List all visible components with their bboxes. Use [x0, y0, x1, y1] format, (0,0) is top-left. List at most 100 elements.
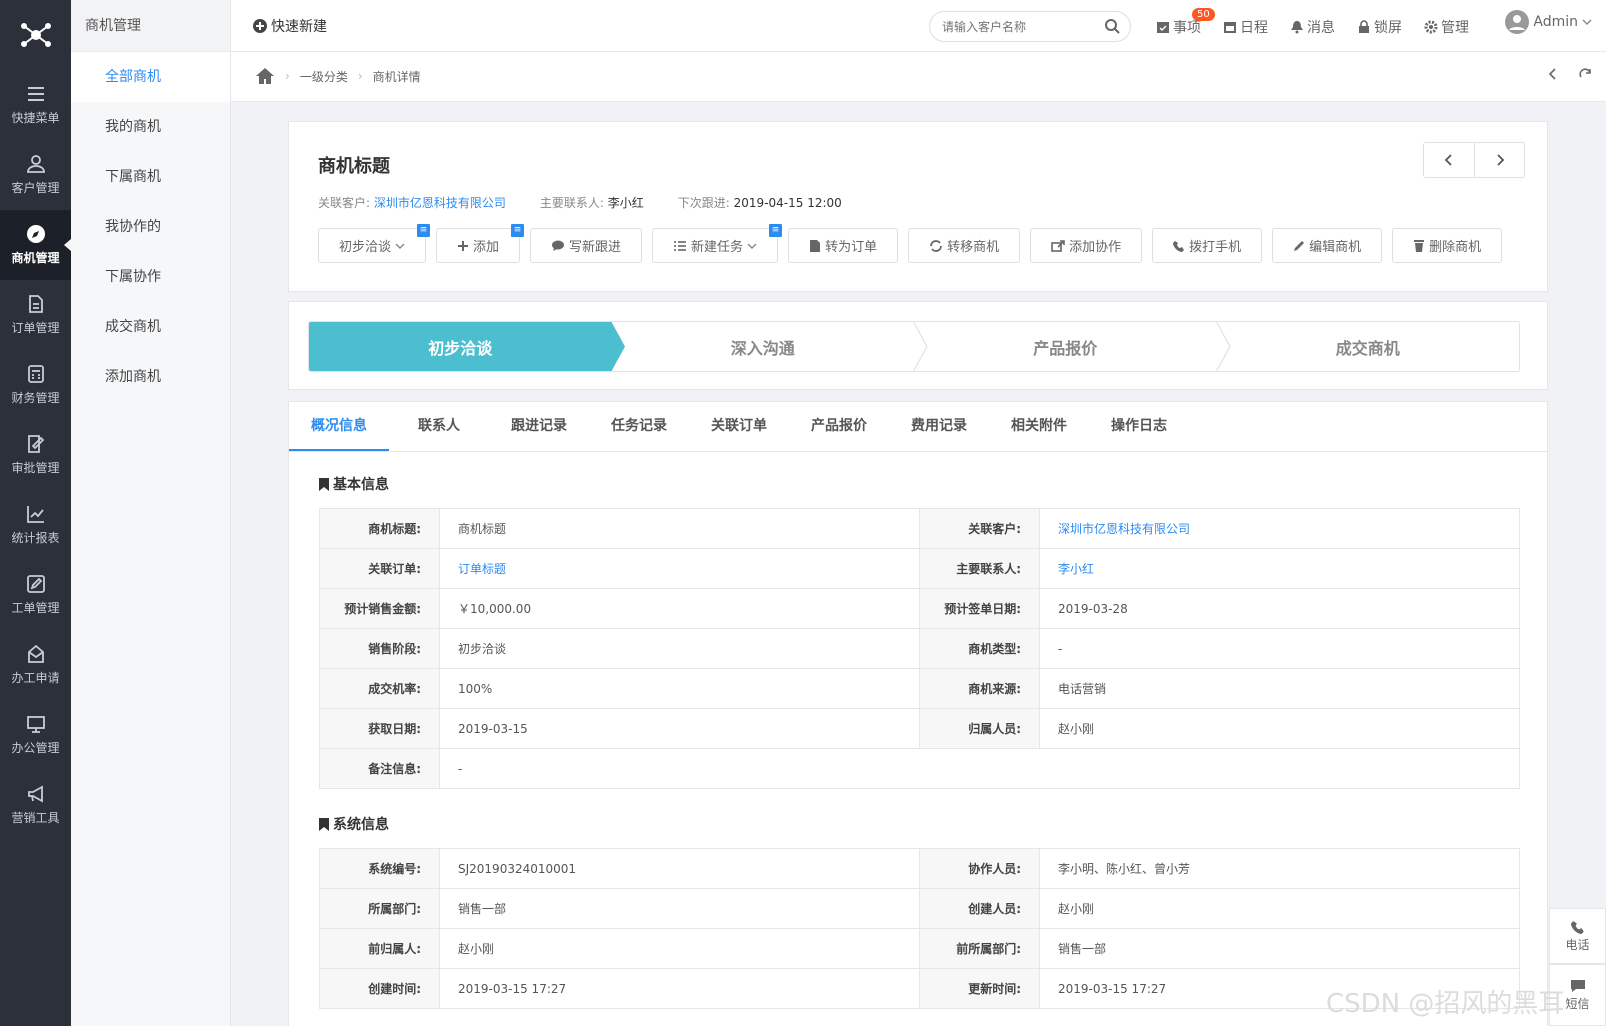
- rail-item-customers[interactable]: 客户管理: [0, 140, 71, 210]
- rail-item-tickets[interactable]: 工单管理: [0, 560, 71, 630]
- calendar-check-icon: [1157, 22, 1169, 33]
- add-button[interactable]: 添加 ≡: [436, 224, 525, 263]
- todo-button[interactable]: 事项 50: [1156, 8, 1215, 37]
- next-record-button[interactable]: [1474, 143, 1524, 177]
- contact-field-link[interactable]: 李小红: [1058, 562, 1094, 576]
- float-phone-button[interactable]: 电话: [1549, 908, 1606, 964]
- quick-new-button[interactable]: 快速新建: [253, 16, 327, 36]
- delete-opportunity-button[interactable]: 删除商机: [1392, 228, 1503, 263]
- schedule-label: 日程: [1240, 20, 1268, 36]
- tab-expenses[interactable]: 费用记录: [889, 402, 989, 451]
- list-marker-icon: ≡: [417, 224, 431, 237]
- rail-item-reports[interactable]: 统计报表: [0, 490, 71, 560]
- stage-step[interactable]: 深入沟通: [611, 322, 928, 371]
- tab-logs[interactable]: 操作日志: [1089, 402, 1189, 451]
- convert-order-button[interactable]: 转为订单: [788, 228, 899, 263]
- new-task-button[interactable]: 新建任务 ≡: [652, 224, 783, 263]
- home-icon[interactable]: [255, 67, 275, 85]
- refresh-icon[interactable]: [1578, 67, 1592, 81]
- subnav-link-all[interactable]: 全部商机: [71, 52, 230, 102]
- rail-label: 统计报表: [11, 531, 60, 545]
- field-label: 获取日期:: [319, 708, 440, 749]
- lock-screen-button[interactable]: 锁屏: [1357, 17, 1402, 37]
- comment-icon: [552, 240, 565, 251]
- next-followup-meta: 下次跟进: 2019-04-15 12:00: [678, 194, 842, 211]
- stage-step[interactable]: 产品报价: [914, 322, 1231, 371]
- table-row: 成交机率: 100% 商机来源: 电话营销: [319, 668, 1520, 709]
- search-icon[interactable]: [1105, 19, 1120, 34]
- rail-item-quick-menu[interactable]: 快捷菜单: [0, 70, 71, 140]
- tab-attachments[interactable]: 相关附件: [989, 402, 1089, 451]
- calendar-icon: [1224, 22, 1236, 33]
- prev-record-button[interactable]: [1424, 143, 1474, 177]
- rail-item-approval[interactable]: 审批管理: [0, 420, 71, 490]
- field-value: -: [1039, 628, 1520, 669]
- subnav-title: 商机管理: [71, 0, 230, 52]
- tab-tasks[interactable]: 任务记录: [589, 402, 689, 451]
- user-name: Admin: [1533, 14, 1578, 30]
- rail-label: 财务管理: [11, 391, 60, 405]
- tab-orders[interactable]: 关联订单: [689, 402, 789, 451]
- next-label: 下次跟进:: [677, 196, 730, 210]
- stage-select-button[interactable]: 初步洽谈 ≡: [318, 224, 431, 263]
- user-menu[interactable]: Admin: [1505, 10, 1592, 34]
- approval-icon: [27, 435, 44, 453]
- stage-label: 深入沟通: [730, 338, 795, 358]
- order-field-link[interactable]: 订单标题: [458, 562, 506, 576]
- stage-label: 成交商机: [1335, 338, 1400, 358]
- subnav-link-sub-collab[interactable]: 下属协作: [71, 252, 230, 302]
- rail-label: 工单管理: [11, 601, 60, 615]
- messages-button[interactable]: 消息: [1290, 17, 1335, 37]
- app-logo[interactable]: [0, 0, 71, 70]
- breadcrumb-level2: 商机详情: [372, 69, 421, 84]
- breadcrumb-level1[interactable]: 一级分类: [300, 68, 348, 85]
- field-label: 销售阶段:: [319, 628, 440, 669]
- tab-followups[interactable]: 跟进记录: [489, 402, 589, 451]
- tab-overview[interactable]: 概况信息: [289, 402, 389, 451]
- tab-contacts[interactable]: 联系人: [389, 402, 489, 451]
- customer-field-link[interactable]: 深圳市亿恩科技有限公司: [1058, 522, 1190, 536]
- field-value: 销售一部: [1039, 928, 1520, 969]
- subnav-link-add[interactable]: 添加商机: [71, 352, 230, 402]
- delete-opportunity-label: 删除商机: [1429, 240, 1482, 255]
- plus-icon: [458, 240, 469, 251]
- rail-item-marketing[interactable]: 营销工具: [0, 770, 71, 840]
- new-task-label: 新建任务: [691, 240, 744, 255]
- add-collab-button[interactable]: 添加协作: [1030, 228, 1143, 263]
- back-icon[interactable]: [1546, 67, 1560, 81]
- subnav-link-subordinate[interactable]: 下属商机: [71, 152, 230, 202]
- subnav-link-collab[interactable]: 我协作的: [71, 202, 230, 252]
- rail-item-finance[interactable]: 财务管理: [0, 350, 71, 420]
- edit-opportunity-button[interactable]: 编辑商机: [1272, 228, 1383, 263]
- file-icon: [810, 239, 821, 252]
- list-marker-icon: ≡: [511, 224, 525, 237]
- transfer-button[interactable]: 转移商机: [908, 228, 1021, 263]
- rail-item-orders[interactable]: 订单管理: [0, 280, 71, 350]
- customer-link[interactable]: 深圳市亿恩科技有限公司: [374, 196, 506, 210]
- compass-icon: [26, 225, 45, 243]
- system-info-title: 系统信息: [333, 817, 389, 833]
- subnav-link-mine[interactable]: 我的商机: [71, 102, 230, 152]
- calculator-icon: [27, 365, 44, 383]
- field-value: ￥10,000.00: [439, 588, 920, 629]
- call-mobile-button[interactable]: 拨打手机: [1152, 228, 1263, 263]
- rail-label: 商机管理: [11, 251, 60, 265]
- tab-quotes[interactable]: 产品报价: [789, 402, 889, 451]
- rail-item-opportunities[interactable]: 商机管理: [0, 210, 71, 280]
- network-logo-icon: [20, 23, 51, 47]
- stage-step[interactable]: 成交商机: [1216, 322, 1519, 371]
- schedule-button[interactable]: 日程: [1223, 17, 1268, 37]
- rail-item-office[interactable]: 办公管理: [0, 700, 71, 770]
- field-label: 更新时间:: [919, 968, 1040, 1009]
- chevron-down-icon: [1582, 19, 1592, 25]
- rail-item-office-apply[interactable]: 办工申请: [0, 630, 71, 700]
- write-followup-button[interactable]: 写新跟进: [530, 228, 643, 263]
- add-label: 添加: [473, 240, 500, 255]
- subnav-link-closed[interactable]: 成交商机: [71, 302, 230, 352]
- stage-step[interactable]: 初步洽谈: [309, 322, 625, 371]
- search-input[interactable]: [930, 12, 1090, 41]
- record-pager: [1423, 142, 1525, 178]
- opportunity-header-panel: 商机标题 关联客户: 深圳市亿恩科技有限公司 主要联系人: 李小红 下次跟进: …: [288, 121, 1548, 292]
- chevron-down-icon: [747, 243, 757, 249]
- admin-settings-button[interactable]: 管理: [1424, 17, 1469, 37]
